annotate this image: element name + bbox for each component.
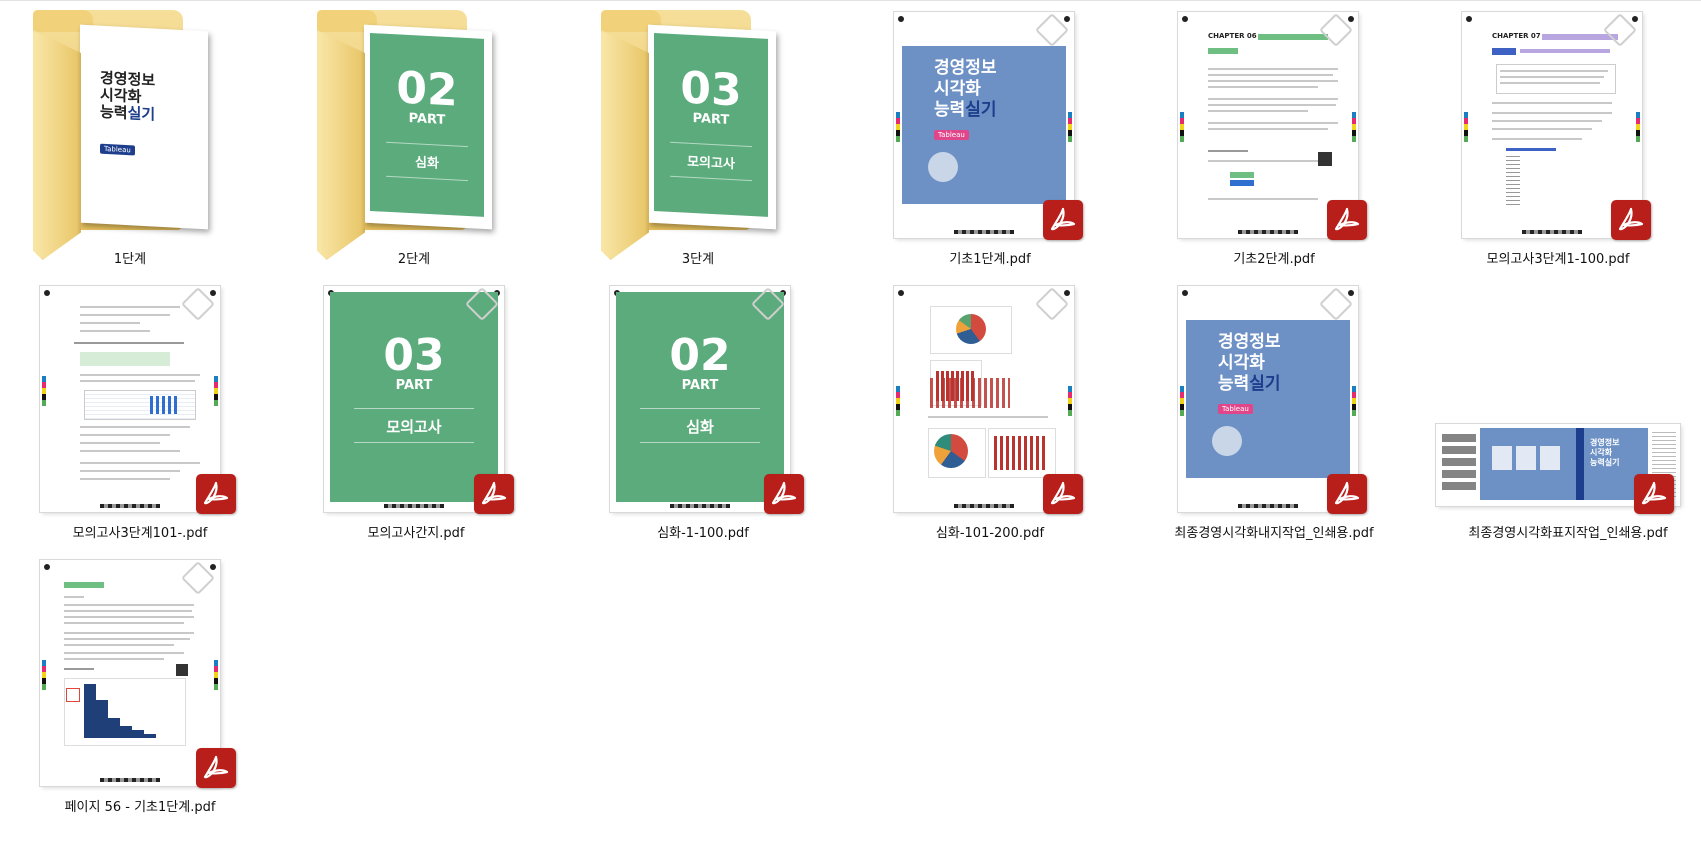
folder-icon: 02 PART 심화 (284, 0, 544, 260)
mascot-image (928, 152, 958, 182)
folder-item[interactable]: 02 PART 심화 2단계 (284, 0, 544, 270)
pdf-thumbnail: CHAPTER 07 (1428, 0, 1688, 250)
folder-item[interactable]: 경영정보 시각화 능력실기 Tableau 1단계 (0, 0, 260, 270)
file-name[interactable]: 페이지 56 - 기초1단계.pdf (10, 796, 270, 815)
pdf-icon (1043, 200, 1083, 240)
pdf-thumbnail: 경영정보 시각화 능력실기 Tableau (1144, 274, 1404, 524)
pdf-file-item[interactable]: 심화-101-200.pdf (860, 274, 1120, 544)
file-name[interactable]: 최종경영시각화내지작업_인쇄용.pdf (1144, 522, 1404, 541)
pdf-file-item[interactable]: 경영정보 시각화 능력실기 Tableau 최종경영시각화내지작업_인쇄용.pd… (1144, 274, 1404, 544)
folder-item[interactable]: 03 PART 모의고사 3단계 (568, 0, 828, 270)
pdf-icon (196, 474, 236, 514)
pdf-thumbnail: CHAPTER 06 (1144, 0, 1404, 250)
pdf-file-item[interactable]: CHAPTER 06 기초2단계.pdf (1144, 0, 1404, 270)
file-name[interactable]: 1단계 (0, 248, 260, 267)
pdf-file-item[interactable]: 페이지 56 - 기초1단계.pdf (0, 548, 260, 818)
file-name[interactable]: 심화-1-100.pdf (573, 522, 833, 541)
pdf-thumbnail (860, 274, 1120, 524)
pdf-icon (1043, 474, 1083, 514)
file-name[interactable]: 모의고사3단계101-.pdf (10, 522, 270, 541)
file-name[interactable]: 심화-101-200.pdf (860, 522, 1120, 541)
pdf-thumbnail: 02 PART 심화 (578, 274, 838, 524)
pdf-thumbnail: 경영정보 시각화 능력실기 Tableau (860, 0, 1120, 250)
folder-icon: 03 PART 모의고사 (568, 0, 828, 260)
folder-icon: 경영정보 시각화 능력실기 Tableau (0, 0, 260, 260)
mascot-image (1212, 426, 1242, 456)
file-name[interactable]: 모의고사간지.pdf (286, 522, 546, 541)
file-name[interactable]: 기초2단계.pdf (1144, 248, 1404, 267)
pdf-file-item[interactable]: 경영정보 시각화 능력실기 최종경영시각화표지작업_인쇄용.pdf (1428, 274, 1688, 544)
pdf-file-item[interactable]: 경영정보 시각화 능력실기 Tableau 기초1단계.pdf (860, 0, 1120, 270)
folder-preview-cover: 02 PART 심화 (364, 24, 492, 230)
pdf-icon (1327, 474, 1367, 514)
file-name[interactable]: 3단계 (568, 248, 828, 267)
file-name[interactable]: 2단계 (284, 248, 544, 267)
pdf-icon (474, 474, 514, 514)
folder-preview-cover: 03 PART 모의고사 (648, 24, 776, 230)
pdf-file-item[interactable]: 02 PART 심화 심화-1-100.pdf (578, 274, 838, 544)
pdf-thumbnail: 경영정보 시각화 능력실기 (1428, 274, 1688, 524)
file-name[interactable]: 최종경영시각화표지작업_인쇄용.pdf (1438, 522, 1698, 541)
pdf-icon (196, 748, 236, 788)
pdf-icon (1327, 200, 1367, 240)
folder-preview-cover: 경영정보 시각화 능력실기 Tableau (80, 24, 208, 230)
pdf-icon (764, 474, 804, 514)
file-name[interactable]: 모의고사3단계1-100.pdf (1428, 248, 1688, 267)
pdf-file-item[interactable]: 03 PART 모의고사 모의고사간지.pdf (294, 274, 554, 544)
pdf-icon (1611, 200, 1651, 240)
file-name[interactable]: 기초1단계.pdf (860, 248, 1120, 267)
pdf-file-item[interactable]: CHAPTER 07 모의고사3단계1-100.pdf (1428, 0, 1688, 270)
pdf-thumbnail (0, 274, 260, 524)
pdf-file-item[interactable]: 모의고사3단계101-.pdf (0, 274, 260, 544)
pdf-icon (1634, 474, 1674, 514)
pdf-thumbnail: 03 PART 모의고사 (294, 274, 554, 524)
pdf-thumbnail (0, 548, 260, 798)
